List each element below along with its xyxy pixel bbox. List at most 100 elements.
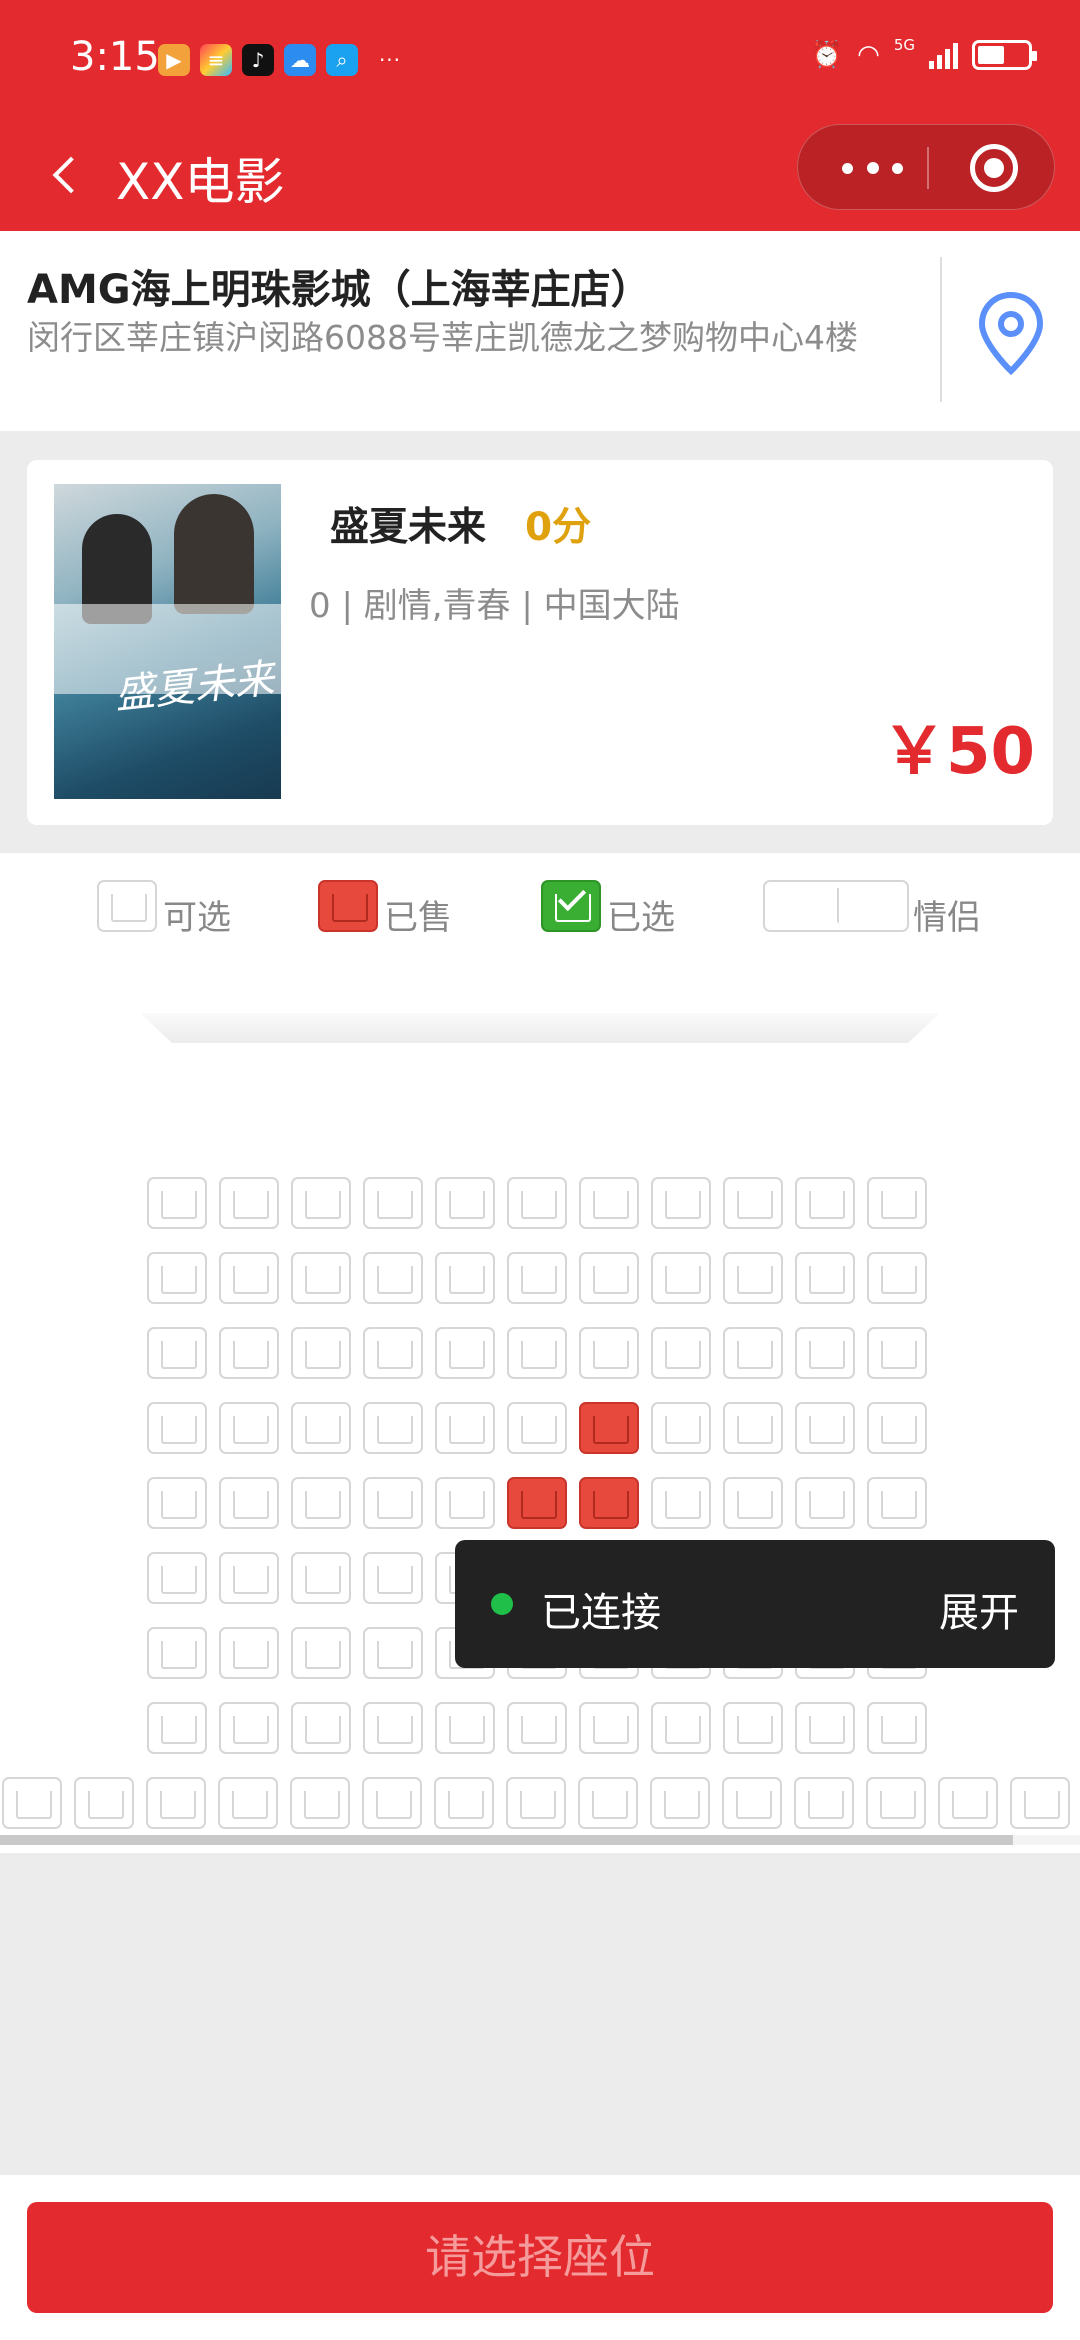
seat-available[interactable] bbox=[651, 1402, 711, 1454]
seat-available[interactable] bbox=[435, 1402, 495, 1454]
seat-available[interactable] bbox=[507, 1702, 567, 1754]
seat-available[interactable] bbox=[506, 1777, 566, 1829]
seat-available[interactable] bbox=[579, 1702, 639, 1754]
seat-available[interactable] bbox=[219, 1402, 279, 1454]
seat-available[interactable] bbox=[291, 1177, 351, 1229]
seat-available[interactable] bbox=[291, 1402, 351, 1454]
close-mini-program-button[interactable] bbox=[970, 144, 1018, 192]
seat-available[interactable] bbox=[867, 1702, 927, 1754]
seat-available[interactable] bbox=[795, 1702, 855, 1754]
seat-available[interactable] bbox=[579, 1327, 639, 1379]
seat-available[interactable] bbox=[146, 1777, 206, 1829]
seat-available[interactable] bbox=[219, 1177, 279, 1229]
seat-available[interactable] bbox=[579, 1177, 639, 1229]
seat-available[interactable] bbox=[219, 1702, 279, 1754]
seat-available[interactable] bbox=[74, 1777, 134, 1829]
seat-available[interactable] bbox=[795, 1477, 855, 1529]
seat-available[interactable] bbox=[507, 1177, 567, 1229]
seat-available[interactable] bbox=[651, 1177, 711, 1229]
bottom-bar: 请选择座位 bbox=[0, 2175, 1080, 2340]
seat-available[interactable] bbox=[291, 1477, 351, 1529]
seat-available[interactable] bbox=[866, 1777, 926, 1829]
seat-available[interactable] bbox=[867, 1252, 927, 1304]
seat-available[interactable] bbox=[722, 1777, 782, 1829]
seat-available[interactable] bbox=[795, 1177, 855, 1229]
seat-available[interactable] bbox=[291, 1327, 351, 1379]
seat-available[interactable] bbox=[147, 1252, 207, 1304]
seat-available[interactable] bbox=[651, 1702, 711, 1754]
seat-available[interactable] bbox=[867, 1327, 927, 1379]
seat-available[interactable] bbox=[507, 1402, 567, 1454]
seat-available[interactable] bbox=[723, 1477, 783, 1529]
seat-available[interactable] bbox=[363, 1177, 423, 1229]
seat-available[interactable] bbox=[723, 1327, 783, 1379]
seat-available[interactable] bbox=[219, 1477, 279, 1529]
seat-available[interactable] bbox=[219, 1552, 279, 1604]
seat-available[interactable] bbox=[723, 1402, 783, 1454]
seat-available[interactable] bbox=[290, 1777, 350, 1829]
seat-available[interactable] bbox=[1010, 1777, 1070, 1829]
seat-available[interactable] bbox=[362, 1777, 422, 1829]
seat-available[interactable] bbox=[938, 1777, 998, 1829]
seat-available[interactable] bbox=[435, 1252, 495, 1304]
seat-available[interactable] bbox=[867, 1477, 927, 1529]
seat-available[interactable] bbox=[147, 1327, 207, 1379]
seat-available[interactable] bbox=[435, 1177, 495, 1229]
seat-available[interactable] bbox=[794, 1777, 854, 1829]
location-pin-icon[interactable] bbox=[976, 291, 1046, 377]
seat-available[interactable] bbox=[219, 1252, 279, 1304]
select-seat-button[interactable]: 请选择座位 bbox=[27, 2202, 1053, 2313]
seat-available[interactable] bbox=[291, 1627, 351, 1679]
seat-available[interactable] bbox=[795, 1327, 855, 1379]
seat-available[interactable] bbox=[147, 1702, 207, 1754]
seat-available[interactable] bbox=[219, 1627, 279, 1679]
seat-available[interactable] bbox=[363, 1327, 423, 1379]
seat-available[interactable] bbox=[867, 1402, 927, 1454]
seat-available[interactable] bbox=[435, 1327, 495, 1379]
seat-available[interactable] bbox=[507, 1327, 567, 1379]
seat-available[interactable] bbox=[218, 1777, 278, 1829]
seat-available[interactable] bbox=[363, 1627, 423, 1679]
connected-status-icon bbox=[491, 1593, 513, 1615]
seat-available[interactable] bbox=[147, 1552, 207, 1604]
seat-available[interactable] bbox=[435, 1477, 495, 1529]
seat-available[interactable] bbox=[363, 1552, 423, 1604]
seat-available[interactable] bbox=[723, 1177, 783, 1229]
seat-available[interactable] bbox=[578, 1777, 638, 1829]
seat-available[interactable] bbox=[651, 1477, 711, 1529]
seat-available[interactable] bbox=[219, 1327, 279, 1379]
seat-available[interactable] bbox=[435, 1702, 495, 1754]
seat-map-scrollbar[interactable] bbox=[0, 1835, 1080, 1845]
seat-available[interactable] bbox=[363, 1252, 423, 1304]
seat-available[interactable] bbox=[291, 1702, 351, 1754]
connection-toast: 已连接 展开 bbox=[455, 1540, 1055, 1668]
movie-title: 盛夏未来 bbox=[330, 505, 487, 550]
seat-available[interactable] bbox=[650, 1777, 710, 1829]
seat-available[interactable] bbox=[507, 1252, 567, 1304]
back-button[interactable] bbox=[40, 140, 96, 204]
seat-available[interactable] bbox=[723, 1702, 783, 1754]
seat-available[interactable] bbox=[147, 1477, 207, 1529]
seat-available[interactable] bbox=[291, 1252, 351, 1304]
seat-available[interactable] bbox=[363, 1702, 423, 1754]
toast-expand-button[interactable]: 展开 bbox=[939, 1580, 1019, 1638]
seat-available[interactable] bbox=[795, 1402, 855, 1454]
more-options-button[interactable] bbox=[834, 151, 914, 185]
seat-map-scroll-thumb[interactable] bbox=[0, 1835, 1013, 1845]
seat-available[interactable] bbox=[795, 1252, 855, 1304]
seat-available[interactable] bbox=[147, 1177, 207, 1229]
seat-available[interactable] bbox=[147, 1402, 207, 1454]
seat-available[interactable] bbox=[291, 1552, 351, 1604]
seat-available[interactable] bbox=[434, 1777, 494, 1829]
seat-available[interactable] bbox=[363, 1402, 423, 1454]
seat-available[interactable] bbox=[579, 1252, 639, 1304]
seat-available[interactable] bbox=[147, 1627, 207, 1679]
seat-available[interactable] bbox=[2, 1777, 62, 1829]
ticket-price: ￥50 bbox=[882, 715, 1036, 789]
seat-available[interactable] bbox=[651, 1327, 711, 1379]
seat-available[interactable] bbox=[651, 1252, 711, 1304]
more-notifications-icon: ··· bbox=[378, 48, 402, 72]
seat-available[interactable] bbox=[363, 1477, 423, 1529]
seat-available[interactable] bbox=[867, 1177, 927, 1229]
seat-available[interactable] bbox=[723, 1252, 783, 1304]
